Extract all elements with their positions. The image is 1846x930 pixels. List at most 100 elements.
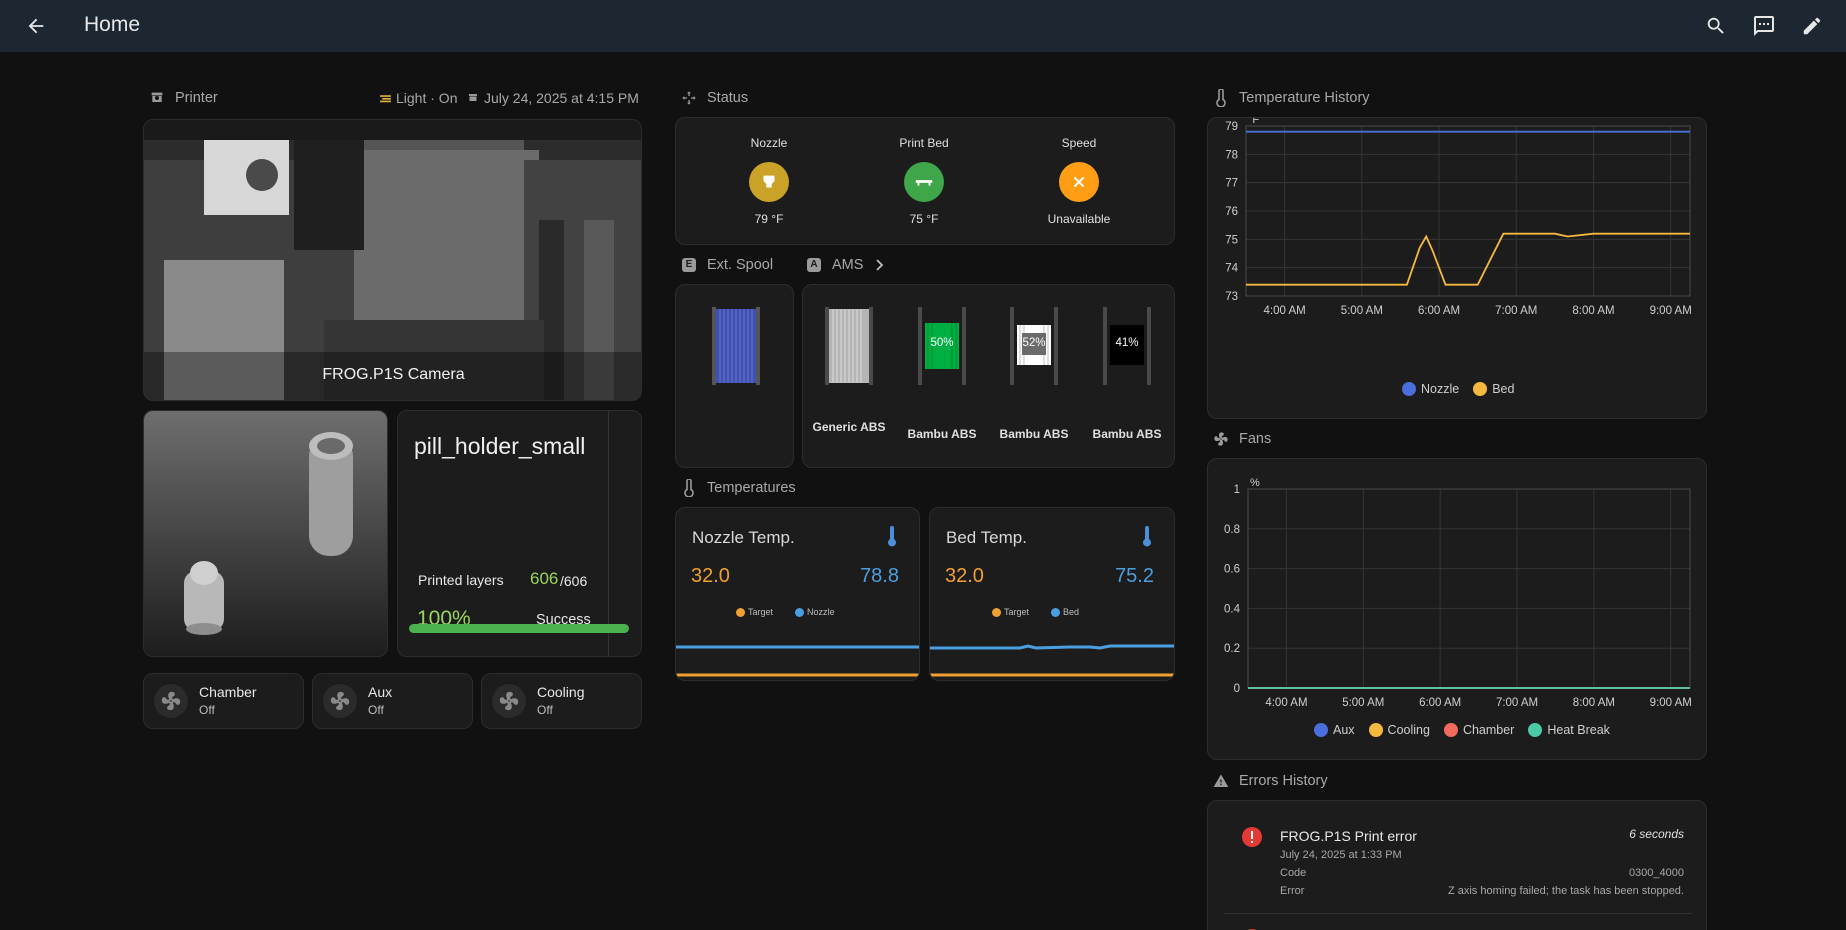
layers-done: 606 bbox=[530, 569, 559, 588]
chart-y-tick: 74 bbox=[1225, 263, 1238, 275]
legend-item-heat-break[interactable]: Heat Break bbox=[1528, 723, 1610, 737]
chart-plot-frame bbox=[1247, 488, 1691, 689]
ams-slot-1[interactable]: Generic ABS bbox=[804, 285, 894, 467]
fans-section-title: Fans bbox=[1239, 431, 1272, 447]
printer-section-title: Printer bbox=[175, 90, 218, 106]
status-item-nozzle[interactable]: Nozzle 79 °F bbox=[699, 118, 839, 244]
fan-tile-name: Aux bbox=[368, 684, 393, 700]
ams-card: Generic ABS 50% Bambu ABS 52% Bambu ABS bbox=[802, 284, 1175, 468]
status-item-print-bed[interactable]: Print Bed 75 °F bbox=[854, 118, 994, 244]
ams-badge-icon: A bbox=[805, 256, 823, 274]
status-section-header: Status bbox=[680, 89, 748, 107]
legend-item-nozzle[interactable]: Nozzle bbox=[1402, 382, 1459, 396]
progress-track bbox=[409, 624, 629, 633]
legend-item-cooling[interactable]: Cooling bbox=[1368, 723, 1430, 737]
progress-fill bbox=[409, 624, 629, 633]
ext-spool-card[interactable] bbox=[675, 284, 794, 468]
status-item-label: Nozzle bbox=[750, 136, 788, 150]
temp-history-card[interactable]: 4:00 AM 5:00 AM 6:00 AM 7:00 AM 8:00 AM 9:00 … bbox=[1207, 117, 1707, 419]
temp-history-chart: 4:00 AM 5:00 AM 6:00 AM 7:00 AM 8:00 AM 9:00 … bbox=[1225, 118, 1692, 317]
errors-section-header: Errors History bbox=[1212, 772, 1328, 790]
legend-item-aux[interactable]: Aux bbox=[1314, 723, 1355, 737]
thermometer-icon bbox=[1140, 526, 1154, 548]
legend-item-bed[interactable]: Bed bbox=[1473, 382, 1514, 396]
status-item-value: 75 °F bbox=[909, 212, 939, 226]
search-icon[interactable] bbox=[1702, 12, 1730, 40]
chart-y-tick: 75 bbox=[1225, 234, 1238, 246]
thermometer-outline-icon bbox=[680, 479, 698, 497]
temperatures-section-title: Temperatures bbox=[707, 480, 796, 496]
printer-section-header: Printer bbox=[148, 89, 218, 107]
chart-y-tick: 0.4 bbox=[1224, 603, 1241, 615]
ams-slot-2[interactable]: 50% Bambu ABS bbox=[897, 285, 987, 467]
fan-tile-chamber[interactable]: Chamber Off bbox=[143, 673, 304, 729]
ext-spool-section-header: E Ext. Spool bbox=[680, 256, 773, 274]
status-item-label: Speed bbox=[1061, 136, 1097, 150]
temp-history-section-header: Temperature History bbox=[1212, 89, 1370, 107]
legend-swatch bbox=[1368, 723, 1383, 737]
nozzle-temp-card[interactable]: Nozzle Temp. 32.0 78.8 Target Nozzle bbox=[675, 507, 920, 681]
warning-icon bbox=[1212, 772, 1230, 790]
fan-icon[interactable] bbox=[323, 684, 357, 718]
chart-x-tick: 8:00 AM bbox=[1573, 697, 1615, 709]
close-x-icon bbox=[1059, 162, 1099, 202]
status-card: Nozzle 79 °F Print Bed 75 °F Speed Unava… bbox=[675, 117, 1175, 245]
spool-name: Bambu ABS bbox=[999, 427, 1069, 441]
bed-temp-card[interactable]: Bed Temp. 32.0 75.2 Target Bed bbox=[929, 507, 1175, 681]
chart-unit-label: °F bbox=[1248, 118, 1259, 126]
legend-item-chamber[interactable]: Chamber bbox=[1443, 723, 1515, 737]
chart-y-tick: 78 bbox=[1225, 149, 1238, 161]
back-arrow-icon[interactable] bbox=[22, 12, 50, 40]
bed-current-value: 75.2 bbox=[1115, 565, 1154, 587]
edit-pencil-icon[interactable] bbox=[1798, 12, 1826, 40]
chart-y-tick: 0.2 bbox=[1224, 643, 1240, 655]
nozzle-temp-legend: Target Nozzle bbox=[736, 607, 835, 618]
temp-history-section-title: Temperature History bbox=[1239, 90, 1370, 106]
chart-x-tick: 7:00 AM bbox=[1495, 305, 1537, 317]
error-label: Error bbox=[1280, 885, 1305, 897]
fan-icon[interactable] bbox=[492, 684, 526, 718]
fan-tile-state: Off bbox=[199, 703, 215, 717]
chart-unit-label: % bbox=[1250, 477, 1260, 489]
legend-swatch bbox=[1314, 723, 1328, 737]
spool-graphic bbox=[825, 307, 873, 385]
spool-name: Bambu ABS bbox=[907, 427, 977, 441]
series-line-bed bbox=[1246, 232, 1690, 286]
light-status-chip[interactable]: Light · On bbox=[378, 89, 457, 107]
legend-swatch bbox=[1473, 382, 1488, 396]
legend-label: Chamber bbox=[1462, 723, 1515, 737]
ams-slot-4[interactable]: 41% Bambu ABS bbox=[1082, 285, 1172, 467]
status-item-speed[interactable]: Speed Unavailable bbox=[1009, 118, 1149, 244]
ams-slot-3[interactable]: 52% Bambu ABS bbox=[989, 285, 1079, 467]
temperatures-section-header: Temperatures bbox=[680, 479, 796, 497]
chart-x-tick: 4:00 AM bbox=[1264, 305, 1306, 317]
print-bed-icon bbox=[904, 162, 944, 202]
status-section-title: Status bbox=[707, 90, 749, 106]
chart-y-tick: 73 bbox=[1225, 291, 1238, 303]
fan-icon[interactable] bbox=[154, 684, 188, 718]
printer-timestamp: July 24, 2025 at 4:15 PM bbox=[466, 89, 639, 107]
move-arrows-icon bbox=[680, 89, 698, 107]
error-message: Z axis homing failed; the task has been … bbox=[1447, 885, 1684, 897]
model-preview[interactable] bbox=[143, 410, 388, 657]
error-divider bbox=[1224, 913, 1692, 914]
fan-tile-aux[interactable]: Aux Off bbox=[312, 673, 473, 729]
spool-name: Generic ABS bbox=[812, 420, 886, 434]
ams-section-title: AMS bbox=[832, 257, 864, 273]
printer-timestamp-text: July 24, 2025 at 4:15 PM bbox=[484, 90, 639, 106]
fans-history-legend: Aux Cooling Chamber Heat Break bbox=[1314, 723, 1610, 737]
print-job-card[interactable]: pill_holder_small Printed layers 606 /60… bbox=[397, 410, 642, 657]
fans-history-card[interactable]: 4:00 AM 5:00 AM 6:00 AM 7:00 AM 8:00 AM 9:00 … bbox=[1207, 458, 1707, 760]
light-strip-icon bbox=[378, 89, 392, 107]
printer-small-icon bbox=[466, 89, 480, 107]
fan-tile-cooling[interactable]: Cooling Off bbox=[481, 673, 642, 729]
chevron-right-icon[interactable] bbox=[875, 259, 885, 271]
ams-section-header[interactable]: A AMS bbox=[805, 256, 885, 274]
camera-label: FROG.P1S Camera bbox=[322, 366, 465, 383]
fan-tile-state: Off bbox=[537, 703, 553, 717]
camera-feed[interactable]: FROG.P1S Camera bbox=[143, 119, 642, 401]
nozzle-sparkline bbox=[676, 645, 919, 677]
thermometer-outline-icon bbox=[1212, 89, 1230, 107]
spool-name: Bambu ABS bbox=[1092, 427, 1162, 441]
assist-chat-icon[interactable] bbox=[1750, 12, 1778, 40]
